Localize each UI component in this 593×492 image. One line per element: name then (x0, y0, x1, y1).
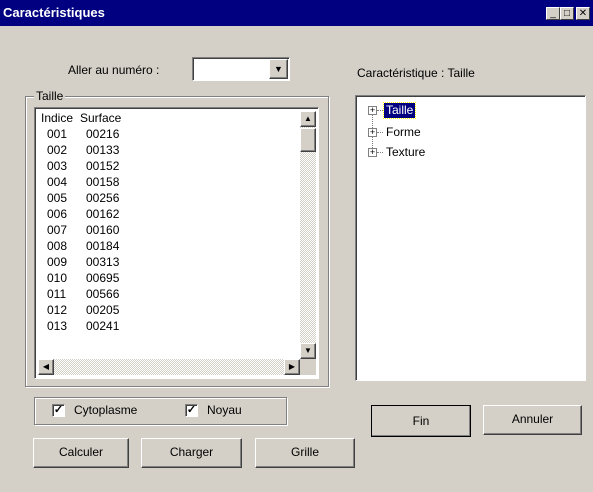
surface-cell: 00313 (86, 255, 120, 269)
list-item[interactable]: 008 00184 (47, 238, 119, 254)
goto-combobox[interactable]: ▼ (192, 57, 290, 81)
goto-label: Aller au numéro : (68, 63, 160, 77)
surface-cell: 00158 (86, 175, 120, 189)
scroll-right-arrow-icon[interactable]: ▶ (284, 359, 300, 375)
grille-button[interactable]: Grille (255, 438, 355, 468)
surface-cell: 00160 (86, 223, 120, 237)
surface-cell: 00152 (86, 159, 120, 173)
checkbox-group (34, 397, 287, 425)
noyau-label[interactable]: Noyau (207, 403, 242, 417)
tree-expand-icon[interactable]: + (368, 128, 377, 137)
tree-branch-line (377, 110, 383, 111)
tree-expand-icon[interactable]: + (368, 106, 377, 115)
indice-cell: 006 (47, 207, 68, 221)
indice-cell: 011 (47, 287, 67, 301)
indice-cell: 001 (47, 127, 68, 141)
list-item[interactable]: 010 00695 (47, 270, 119, 286)
tree-branch-line (377, 152, 383, 153)
scrollbar-corner (300, 359, 316, 375)
surface-cell: 00566 (86, 287, 120, 301)
calculer-button[interactable]: Calculer (33, 438, 129, 468)
list-item[interactable]: 013 00241 (47, 318, 119, 334)
cytoplasme-label[interactable]: Cytoplasme (74, 403, 137, 417)
list-item[interactable]: 004 00158 (47, 174, 119, 190)
indice-cell: 002 (47, 143, 68, 157)
characteristics-tree[interactable]: + Taille + Forme + Texture (355, 95, 586, 381)
tree-item-texture[interactable]: Texture (386, 145, 425, 160)
surface-cell: 00205 (86, 303, 120, 317)
list-item[interactable]: 001 00216 (47, 126, 119, 142)
scroll-up-arrow-icon[interactable]: ▲ (300, 111, 316, 127)
caracteristique-label: Caractéristique : Taille (357, 66, 475, 80)
list-header: Indice Surface (41, 110, 121, 126)
list-item[interactable]: 009 00313 (47, 254, 119, 270)
list-item[interactable]: 006 00162 (47, 206, 119, 222)
indice-cell: 004 (47, 175, 68, 189)
vertical-scrollbar[interactable]: ▲ ▼ (300, 111, 316, 359)
vertical-scroll-thumb[interactable] (300, 128, 316, 152)
tree-branch-line (377, 132, 383, 133)
surface-cell: 00162 (86, 207, 120, 221)
taille-group-title: Taille (34, 89, 66, 103)
list-item[interactable]: 003 00152 (47, 158, 119, 174)
indice-surface-list[interactable]: Indice Surface 001 00216 002 00133 003 00152 00… (34, 107, 319, 379)
list-item[interactable]: 007 00160 (47, 222, 119, 238)
indice-cell: 003 (47, 159, 68, 173)
list-item[interactable]: 012 00205 (47, 302, 119, 318)
fin-button[interactable]: Fin (371, 405, 471, 437)
maximize-button[interactable]: □ (560, 7, 574, 20)
minimize-button[interactable]: _ (546, 7, 560, 20)
indice-cell: 010 (47, 271, 68, 285)
window-title: Caractéristiques (3, 5, 105, 20)
header-indice: Indice (41, 111, 74, 125)
surface-cell: 00241 (86, 319, 120, 333)
list-item[interactable]: 005 00256 (47, 190, 119, 206)
dropdown-arrow-icon[interactable]: ▼ (269, 59, 288, 79)
cytoplasme-checkbox[interactable]: ✓ (52, 404, 65, 417)
surface-cell: 00184 (86, 239, 120, 253)
indice-cell: 005 (47, 191, 68, 205)
scroll-left-arrow-icon[interactable]: ◀ (38, 359, 54, 375)
indice-cell: 012 (47, 303, 68, 317)
scroll-down-arrow-icon[interactable]: ▼ (300, 343, 316, 359)
close-button[interactable]: ✕ (576, 7, 590, 20)
surface-cell: 00133 (86, 143, 120, 157)
annuler-button[interactable]: Annuler (483, 405, 582, 435)
indice-cell: 007 (47, 223, 68, 237)
tree-item-taille[interactable]: Taille (382, 102, 417, 119)
surface-cell: 00695 (86, 271, 120, 285)
horizontal-scrollbar[interactable]: ◀ ▶ (38, 359, 300, 375)
list-item[interactable]: 011 00566 (47, 286, 119, 302)
surface-cell: 00256 (86, 191, 120, 205)
list-item[interactable]: 002 00133 (47, 142, 119, 158)
indice-cell: 009 (47, 255, 68, 269)
tree-expand-icon[interactable]: + (368, 148, 377, 157)
tree-item-forme[interactable]: Forme (386, 125, 421, 140)
header-surface: Surface (80, 111, 122, 125)
indice-cell: 013 (47, 319, 68, 333)
indice-cell: 008 (47, 239, 68, 253)
charger-button[interactable]: Charger (141, 438, 242, 468)
noyau-checkbox[interactable]: ✓ (185, 404, 198, 417)
surface-cell: 00216 (86, 127, 120, 141)
